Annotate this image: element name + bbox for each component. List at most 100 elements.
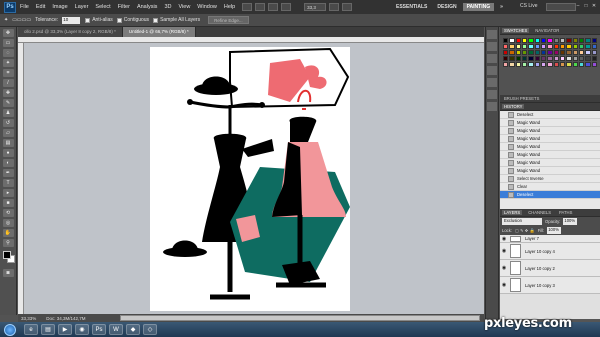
panel-icon[interactable]: [487, 42, 497, 51]
swatch-cell[interactable]: [515, 38, 521, 43]
firefox-icon[interactable]: ◉: [75, 324, 89, 335]
swatch-cell[interactable]: [515, 56, 521, 61]
path-selection-icon[interactable]: ▸: [2, 189, 14, 197]
tab-history[interactable]: HISTORY: [502, 104, 525, 109]
swatch-cell[interactable]: [541, 38, 547, 43]
horizontal-ruler[interactable]: [18, 37, 484, 43]
eye-icon[interactable]: ◉: [500, 248, 508, 254]
dodge-tool-icon[interactable]: ◐: [2, 159, 14, 167]
type-tool-icon[interactable]: T: [2, 179, 14, 187]
menu-analysis[interactable]: Analysis: [137, 4, 157, 10]
app-icon[interactable]: ◇: [143, 324, 157, 335]
swatch-cell[interactable]: [579, 62, 585, 67]
blur-tool-icon[interactable]: ●: [2, 149, 14, 157]
swatch-cell[interactable]: [560, 62, 566, 67]
swatch-cell[interactable]: [515, 50, 521, 55]
swatch-cell[interactable]: [515, 44, 521, 49]
history-item[interactable]: Deselect: [500, 111, 600, 119]
tab-swatches[interactable]: SWATCHES: [502, 28, 530, 33]
bridge-icon[interactable]: [242, 3, 253, 11]
swatch-cell[interactable]: [579, 44, 585, 49]
restore-icon[interactable]: □: [583, 3, 589, 10]
swatch-cell[interactable]: [534, 56, 540, 61]
history-item[interactable]: Select Inverse: [500, 175, 600, 183]
swatch-cell[interactable]: [522, 62, 528, 67]
swatch-cell[interactable]: [509, 50, 515, 55]
swatch-cell[interactable]: [528, 56, 534, 61]
swatch-cell[interactable]: [591, 44, 597, 49]
layer-row[interactable]: ◉ Layer 7: [500, 235, 600, 243]
swatch-cell[interactable]: [553, 44, 559, 49]
menu-image[interactable]: Image: [52, 4, 67, 10]
tab-layers[interactable]: LAYERS: [502, 210, 523, 215]
swatch-cell[interactable]: [528, 50, 534, 55]
swatch-cell[interactable]: [534, 44, 540, 49]
selection-mode-icons[interactable]: ▭▭▭▭: [12, 17, 31, 23]
swatch-cell[interactable]: [522, 50, 528, 55]
shape-tool-icon[interactable]: ■: [2, 199, 14, 207]
swatch-cell[interactable]: [522, 44, 528, 49]
cs-live-button[interactable]: CS Live: [520, 3, 538, 9]
swatch-cell[interactable]: [509, 62, 515, 67]
pen-tool-icon[interactable]: ✒: [2, 169, 14, 177]
swatch-cell[interactable]: [591, 62, 597, 67]
panel-icon[interactable]: [487, 54, 497, 63]
media-player-icon[interactable]: ▶: [58, 324, 72, 335]
word-icon[interactable]: W: [109, 324, 123, 335]
antialias-checkbox[interactable]: [85, 17, 91, 23]
swatch-cell[interactable]: [534, 50, 540, 55]
swatch-cell[interactable]: [566, 38, 572, 43]
marquee-tool-icon[interactable]: ▭: [2, 39, 14, 47]
tab-navigator[interactable]: NAVIGATOR: [533, 28, 561, 33]
swatch-cell[interactable]: [553, 50, 559, 55]
menu-window[interactable]: Window: [197, 4, 217, 10]
foreground-color-swatch[interactable]: [3, 251, 11, 259]
lasso-tool-icon[interactable]: ◌: [2, 49, 14, 57]
swatch-cell[interactable]: [572, 56, 578, 61]
eyedropper-icon[interactable]: /: [2, 79, 14, 87]
swatch-cell[interactable]: [503, 38, 509, 43]
swatch-cell[interactable]: [509, 56, 515, 61]
swatch-cell[interactable]: [591, 56, 597, 61]
swatch-cell[interactable]: [566, 62, 572, 67]
panel-icon[interactable]: [487, 102, 497, 111]
magic-wand-tool-icon[interactable]: ✦: [4, 17, 8, 23]
menu-3d[interactable]: 3D: [164, 4, 171, 10]
folder-icon[interactable]: ▤: [41, 324, 55, 335]
app-icon[interactable]: ◆: [126, 324, 140, 335]
swatch-cell[interactable]: [566, 56, 572, 61]
swatch-cell[interactable]: [553, 56, 559, 61]
swatch-cell[interactable]: [566, 44, 572, 49]
menu-edit[interactable]: Edit: [36, 4, 45, 10]
swatch-cell[interactable]: [585, 56, 591, 61]
swatch-cell[interactable]: [541, 50, 547, 55]
history-item[interactable]: Clear: [500, 183, 600, 191]
opacity-input[interactable]: 100%: [563, 218, 578, 225]
clone-stamp-icon[interactable]: ♟: [2, 109, 14, 117]
swatch-cell[interactable]: [560, 56, 566, 61]
swatch-cell[interactable]: [534, 38, 540, 43]
gradient-icon[interactable]: ▤: [2, 139, 14, 147]
menu-filter[interactable]: Filter: [118, 4, 130, 10]
magic-wand-icon[interactable]: ✦: [2, 59, 14, 67]
swatch-cell[interactable]: [560, 44, 566, 49]
lock-icons[interactable]: ▢ ✎ ✥ 🔒: [515, 228, 535, 234]
minibridge-icon[interactable]: [255, 3, 266, 11]
swatch-cell[interactable]: [541, 44, 547, 49]
swatch-cell[interactable]: [547, 56, 553, 61]
layer-row[interactable]: ◉ Layer 10 copy 2: [500, 260, 600, 277]
swatch-cell[interactable]: [585, 50, 591, 55]
history-item[interactable]: Magic Wand: [500, 143, 600, 151]
swatch-cell[interactable]: [503, 56, 509, 61]
crop-tool-icon[interactable]: ⌗: [2, 69, 14, 77]
swatch-cell[interactable]: [528, 62, 534, 67]
fill-input[interactable]: 100%: [547, 227, 562, 234]
menu-file[interactable]: File: [20, 4, 29, 10]
swatch-cell[interactable]: [579, 38, 585, 43]
swatch-cell[interactable]: [553, 38, 559, 43]
swatch-cell[interactable]: [579, 50, 585, 55]
history-item[interactable]: Magic Wand: [500, 119, 600, 127]
minimize-icon[interactable]: –: [575, 3, 581, 10]
photoshop-taskbar-icon[interactable]: Ps: [92, 324, 106, 335]
swatch-cell[interactable]: [591, 50, 597, 55]
